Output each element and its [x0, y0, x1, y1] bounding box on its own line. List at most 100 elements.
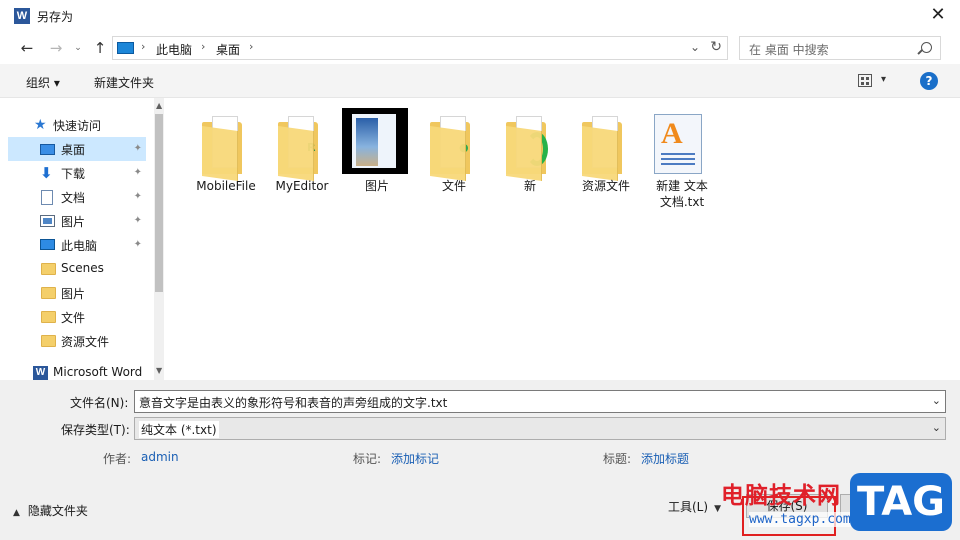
picture-folder-icon: [342, 108, 408, 174]
add-title-link[interactable]: 添加标题: [641, 450, 689, 467]
file-item-new-text-document[interactable]: A 新建 文本 文档.txt: [646, 108, 718, 212]
tools-menu[interactable]: 工具(L) ▼: [668, 498, 721, 515]
word-icon: W: [33, 366, 48, 380]
folder-icon: [41, 263, 56, 275]
hide-folders-label: 隐藏文件夹: [27, 504, 88, 518]
sidebar-item-files[interactable]: 文件: [8, 305, 146, 329]
sidebar-item-scenes[interactable]: Scenes: [8, 257, 146, 281]
refresh-button[interactable]: ↻: [710, 39, 722, 55]
sidebar-item-microsoft-word[interactable]: W Microsoft Word: [8, 361, 146, 380]
breadcrumb-separator[interactable]: ›: [249, 40, 253, 53]
view-options-dropdown[interactable]: ▾: [881, 74, 886, 85]
save-type-select[interactable]: 纯文本 (*.txt) ⌄: [134, 417, 946, 440]
file-label: 图片: [364, 179, 389, 193]
save-type-value: 纯文本 (*.txt): [139, 421, 219, 438]
title-bar: W 另存为 ✕: [0, 0, 960, 32]
folder-item-myeditor[interactable]: R MyEditor: [266, 108, 338, 212]
sidebar-item-this-pc[interactable]: 此电脑 ✦: [8, 233, 146, 257]
pin-icon[interactable]: ✦: [134, 143, 142, 154]
sidebar-item-label: 此电脑: [61, 239, 98, 253]
computer-icon: [117, 42, 134, 54]
navigation-row: ← → ⌄ ↑ › 此电脑 › 桌面 › ⌄ ↻ 在 桌面 中搜索: [0, 32, 960, 64]
sidebar-item-label: 快速访问: [53, 119, 102, 133]
filename-field[interactable]: 意音文字是由表义的象形符号和表音的声旁组成的文字.txt ⌄: [134, 390, 946, 413]
chevron-down-icon[interactable]: ⌄: [932, 421, 941, 434]
filename-label: 文件名(N):: [70, 396, 129, 410]
chevron-down-icon[interactable]: ⌄: [932, 394, 941, 407]
folder-icon: [41, 311, 56, 323]
author-label: 作者:: [103, 452, 132, 466]
folder-item-pictures[interactable]: 图片: [339, 108, 411, 212]
search-icon[interactable]: [921, 42, 932, 53]
sidebar-item-pictures-folder[interactable]: 图片: [8, 281, 146, 305]
title-label: 标题:: [603, 452, 632, 466]
scrollbar-thumb[interactable]: [155, 114, 163, 292]
hide-folders-toggle[interactable]: ▲ 隐藏文件夹: [13, 502, 88, 519]
folder-icon: [200, 114, 258, 182]
folder-icon: R: [276, 114, 334, 182]
document-icon: [41, 190, 53, 205]
save-type-label: 保存类型(T):: [61, 423, 130, 437]
word-icon: W: [14, 8, 30, 24]
star-icon: ★: [34, 117, 47, 133]
file-label: 文件: [441, 179, 466, 193]
file-label: 资源文件: [581, 179, 630, 193]
sidebar-item-label: 资源文件: [61, 335, 110, 349]
close-button[interactable]: ✕: [916, 0, 960, 32]
sidebar-item-pictures[interactable]: 图片 ✦: [8, 209, 146, 233]
window-title: 另存为: [37, 10, 74, 24]
forward-button[interactable]: →: [46, 38, 66, 58]
folder-item-mobilefile[interactable]: MobileFile: [190, 108, 262, 212]
add-tags-link[interactable]: 添加标记: [391, 450, 439, 467]
up-button[interactable]: ↑: [90, 38, 110, 58]
file-label: 新建 文本 文档.txt: [656, 179, 708, 209]
view-options-icon[interactable]: [858, 74, 872, 87]
folder-icon: [41, 335, 56, 347]
filename-value: 意音文字是由表义的象形符号和表音的声旁组成的文字.txt: [139, 396, 448, 410]
chevron-down-icon: ▼: [714, 504, 721, 514]
address-dropdown[interactable]: ⌄: [690, 40, 700, 54]
breadcrumb-desktop[interactable]: 桌面: [216, 41, 240, 58]
sidebar-item-resources[interactable]: 资源文件: [8, 329, 146, 353]
folder-icon: [41, 287, 56, 299]
watermark-badge: TAG: [850, 473, 952, 531]
computer-icon: [40, 239, 55, 250]
text-file-icon: A: [654, 114, 702, 174]
sidebar-item-downloads[interactable]: ⬇ 下载 ✦: [8, 161, 146, 185]
pin-icon[interactable]: ✦: [134, 215, 142, 226]
sidebar-item-quick-access[interactable]: ★ 快速访问: [8, 113, 146, 137]
search-placeholder: 在 桌面 中搜索: [749, 43, 829, 57]
folder-item-new[interactable]: 新: [494, 108, 566, 212]
file-list: MobileFile R MyEditor 图片 ● 文件: [164, 98, 952, 380]
file-label: MobileFile: [196, 179, 256, 193]
scroll-up-icon[interactable]: ▲: [156, 101, 162, 110]
author-value[interactable]: admin: [141, 450, 179, 464]
folder-item-files[interactable]: ● 文件: [418, 108, 490, 212]
sidebar-item-label: 图片: [61, 287, 86, 301]
recent-locations-dropdown[interactable]: ⌄: [68, 38, 88, 58]
toolbar: 组织 ▾ 新建文件夹 ▾ ?: [0, 64, 960, 98]
tags-label: 标记:: [353, 452, 382, 466]
pictures-icon: [40, 215, 55, 227]
breadcrumb-separator[interactable]: ›: [201, 40, 205, 53]
address-bar[interactable]: › 此电脑 › 桌面 › ⌄ ↻: [112, 36, 728, 60]
breadcrumb-separator[interactable]: ›: [141, 40, 145, 53]
folder-icon: ●: [428, 114, 486, 182]
scroll-down-icon[interactable]: ▼: [156, 366, 162, 375]
pin-icon[interactable]: ✦: [134, 191, 142, 202]
search-input[interactable]: 在 桌面 中搜索: [739, 36, 941, 60]
file-label: 新: [523, 179, 536, 193]
help-icon[interactable]: ?: [920, 72, 938, 90]
sidebar-item-documents[interactable]: 文档 ✦: [8, 185, 146, 209]
navigation-scrollbar[interactable]: ▲ ▼: [154, 98, 164, 380]
sidebar-item-label: 文件: [61, 311, 86, 325]
breadcrumb-this-pc[interactable]: 此电脑: [156, 41, 192, 58]
organize-menu[interactable]: 组织 ▾: [26, 74, 60, 91]
back-button[interactable]: ←: [17, 38, 37, 58]
new-folder-button[interactable]: 新建文件夹: [94, 74, 154, 91]
folder-item-resources[interactable]: 资源文件: [570, 108, 642, 212]
pin-icon[interactable]: ✦: [134, 239, 142, 250]
sidebar-item-desktop[interactable]: 桌面 ✦: [8, 137, 146, 161]
sidebar-item-label: 桌面: [61, 143, 86, 157]
pin-icon[interactable]: ✦: [134, 167, 142, 178]
